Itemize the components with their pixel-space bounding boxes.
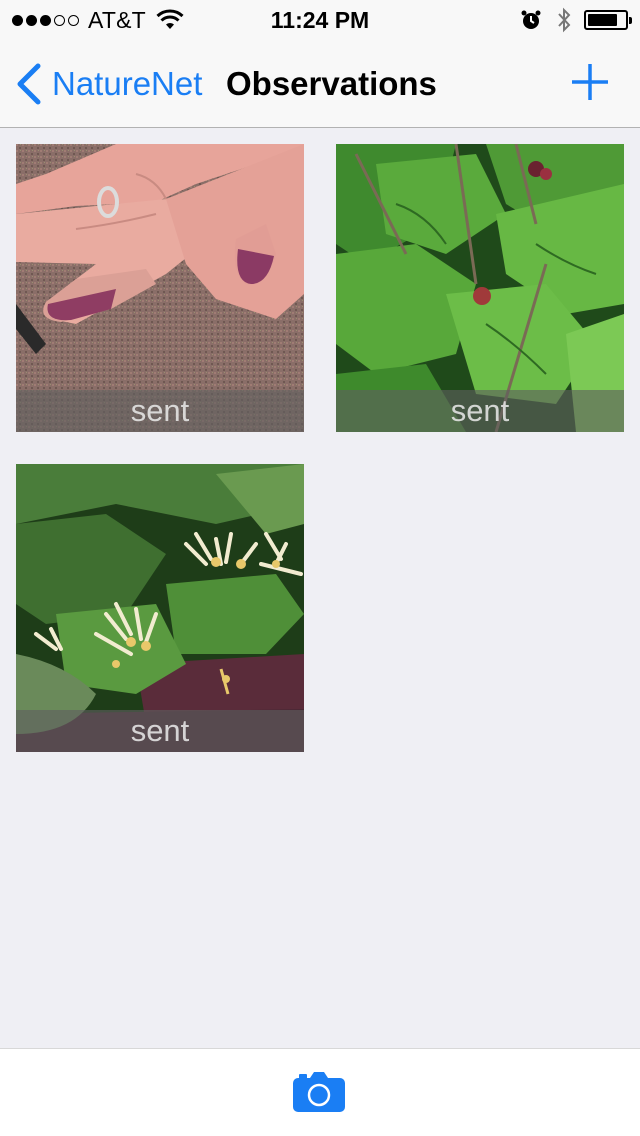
status-caption: sent — [16, 710, 304, 752]
status-bar: AT&T 11:24 PM — [0, 0, 640, 40]
observation-tile[interactable]: sent — [16, 144, 304, 432]
status-right — [520, 0, 632, 40]
chevron-left-icon — [17, 63, 41, 105]
signal-dot — [40, 14, 51, 26]
observation-photo-flowers — [16, 464, 304, 752]
page-title: Observations — [226, 65, 437, 102]
back-button-label: NatureNet — [52, 65, 203, 102]
camera-icon[interactable] — [292, 1071, 346, 1113]
observation-photo-leaves — [336, 144, 624, 432]
status-caption: sent — [16, 390, 304, 432]
observation-photo-hand — [16, 144, 304, 432]
observation-tile[interactable]: sent — [336, 144, 624, 432]
signal-dot — [68, 14, 79, 26]
battery-level — [588, 14, 617, 26]
signal-dot — [26, 14, 37, 26]
observations-screen: AT&T 11:24 PM NatureNet Observations sen… — [0, 0, 640, 1136]
carrier-name: AT&T — [88, 6, 146, 33]
observation-tile[interactable]: sent — [16, 464, 304, 752]
signal-dot — [54, 14, 65, 26]
signal-dot — [12, 14, 23, 26]
bluetooth-icon — [558, 7, 571, 33]
back-button[interactable]: NatureNet — [14, 60, 202, 108]
status-caption: sent — [336, 390, 624, 432]
alarm-icon — [521, 10, 541, 29]
navigation-bar: NatureNet Observations — [0, 40, 640, 128]
wifi-icon — [156, 9, 184, 29]
bottom-toolbar — [0, 1048, 640, 1136]
battery-icon — [584, 10, 632, 30]
plus-icon[interactable] — [570, 62, 610, 102]
status-left: AT&T — [12, 0, 184, 40]
